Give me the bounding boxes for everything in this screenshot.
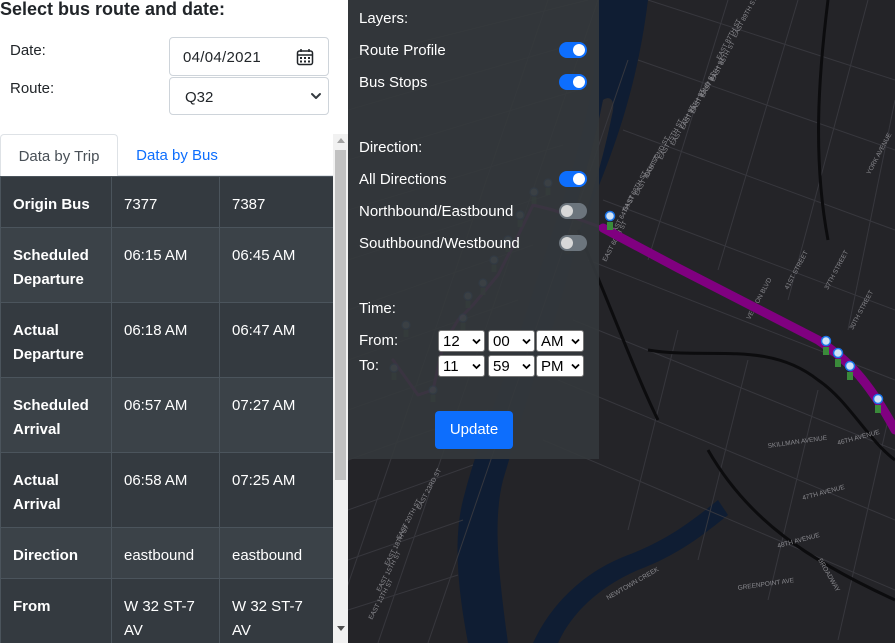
table-row: Actual Departure 06:18 AM 06:47 AM xyxy=(0,302,333,378)
table-cell: W 32 ST-7 AV xyxy=(219,578,333,643)
bus-stops-label: Bus Stops xyxy=(359,74,428,91)
from-label: From: xyxy=(359,332,399,349)
route-select[interactable]: Q32 xyxy=(169,77,329,115)
all-directions-label: All Directions xyxy=(359,171,447,188)
map-label: 46TH AVENUE xyxy=(837,429,882,447)
trip-table-container: Origin Bus 7377 7387 Scheduled Departure 06:… xyxy=(0,176,333,643)
all-directions-toggle[interactable] xyxy=(559,171,587,187)
to-ampm-select[interactable]: PM xyxy=(536,355,584,377)
to-hour-value: 11 xyxy=(443,358,459,375)
table-scrollbar[interactable] xyxy=(333,134,348,643)
table-cell: 06:18 AM xyxy=(111,302,220,378)
row-label: Actual Departure xyxy=(0,302,112,378)
table-row: From W 32 ST-7 AV W 32 ST-7 AV xyxy=(0,578,333,643)
map-label: GREENPOINT AVE xyxy=(737,577,795,592)
table-cell: eastbound xyxy=(219,527,333,579)
table-cell: 7387 xyxy=(219,176,333,228)
bus-stops-toggle[interactable] xyxy=(559,74,587,90)
table-cell: 06:47 AM xyxy=(219,302,333,378)
layers-label: Layers: xyxy=(359,10,409,27)
calendar-icon[interactable] xyxy=(296,48,314,66)
row-label: Direction xyxy=(0,527,112,579)
chevron-down-icon xyxy=(311,93,321,99)
map-label: 47TH AVENUE xyxy=(802,484,847,502)
tab-bar: Data by Trip Data by Bus xyxy=(0,134,333,177)
chevron-down-icon xyxy=(472,338,481,345)
page-title: Select bus route and date: xyxy=(0,0,226,19)
table-row: Origin Bus 7377 7387 xyxy=(0,176,333,228)
row-label: Scheduled Departure xyxy=(0,227,112,303)
to-hour-select[interactable]: 11 xyxy=(438,355,485,377)
from-minute-select[interactable]: 00 xyxy=(488,330,535,352)
table-cell: 07:27 AM xyxy=(219,377,333,453)
route-value: Q32 xyxy=(185,89,214,106)
scrollbar-thumb[interactable] xyxy=(335,150,346,480)
northbound-label: Northbound/Eastbound xyxy=(359,203,514,220)
row-label: Origin Bus xyxy=(0,176,112,228)
row-label: Scheduled Arrival xyxy=(0,377,112,453)
map-label: SKILLMAN AVENUE xyxy=(767,435,828,450)
table-cell: 06:45 AM xyxy=(219,227,333,303)
table-cell: 06:15 AM xyxy=(111,227,220,303)
table-cell: 06:58 AM xyxy=(111,452,220,528)
from-ampm-select[interactable]: AM xyxy=(536,330,584,352)
northbound-toggle[interactable] xyxy=(559,203,587,219)
map-label: YORK AVENUE xyxy=(866,131,894,176)
to-minute-value: 59 xyxy=(493,358,510,375)
table-row: Actual Arrival 06:58 AM 07:25 AM xyxy=(0,452,333,528)
trip-table: Origin Bus 7377 7387 Scheduled Departure 06:… xyxy=(0,176,333,643)
chevron-down-icon xyxy=(522,338,531,345)
map-label: 37TH STREET xyxy=(824,249,851,291)
chevron-down-icon xyxy=(522,363,531,370)
table-cell: 06:57 AM xyxy=(111,377,220,453)
direction-label: Direction: xyxy=(359,139,423,156)
row-label: Actual Arrival xyxy=(0,452,112,528)
table-cell: 7377 xyxy=(111,176,220,228)
from-hour-select[interactable]: 12 xyxy=(438,330,485,352)
chevron-down-icon xyxy=(472,363,481,370)
from-minute-value: 00 xyxy=(493,333,510,350)
table-row: Direction eastbound eastbound xyxy=(0,527,333,579)
scroll-down-arrow-icon[interactable] xyxy=(337,626,345,631)
table-cell: eastbound xyxy=(111,527,220,579)
table-cell: 07:25 AM xyxy=(219,452,333,528)
scroll-up-arrow-icon[interactable] xyxy=(337,138,345,143)
to-label: To: xyxy=(359,357,380,374)
route-profile-label: Route Profile xyxy=(359,42,446,59)
map-label: 41ST STREET xyxy=(784,250,810,291)
table-row: Scheduled Arrival 06:57 AM 07:27 AM xyxy=(0,377,333,453)
map-label: BROADWAY xyxy=(816,558,841,594)
table-cell: W 32 ST-7 AV xyxy=(111,578,220,643)
date-label: Date: xyxy=(10,42,46,59)
southbound-label: Southbound/Westbound xyxy=(359,235,520,252)
table-row: Scheduled Departure 06:15 AM 06:45 AM xyxy=(0,227,333,303)
from-hour-value: 12 xyxy=(443,333,460,350)
left-panel: Select bus route and date: Date: 04/04/2… xyxy=(0,0,348,643)
to-ampm-value: PM xyxy=(541,358,564,375)
map-controls-panel: Layers: Route Profile Bus Stops Directio… xyxy=(348,0,599,459)
date-value: 04/04/2021 xyxy=(183,49,262,66)
time-label: Time: xyxy=(359,300,396,317)
route-label: Route: xyxy=(10,80,55,97)
chevron-down-icon xyxy=(571,338,580,345)
from-ampm-value: AM xyxy=(541,333,564,350)
update-button[interactable]: Update xyxy=(435,411,513,449)
to-minute-select[interactable]: 59 xyxy=(488,355,535,377)
chevron-down-icon xyxy=(571,363,580,370)
date-input[interactable]: 04/04/2021 xyxy=(169,37,329,76)
route-profile-toggle[interactable] xyxy=(559,42,587,58)
tab-data-by-bus[interactable]: Data by Bus xyxy=(118,134,236,176)
row-label: From xyxy=(0,578,112,643)
southbound-toggle[interactable] xyxy=(559,235,587,251)
tab-data-by-trip[interactable]: Data by Trip xyxy=(0,134,118,177)
